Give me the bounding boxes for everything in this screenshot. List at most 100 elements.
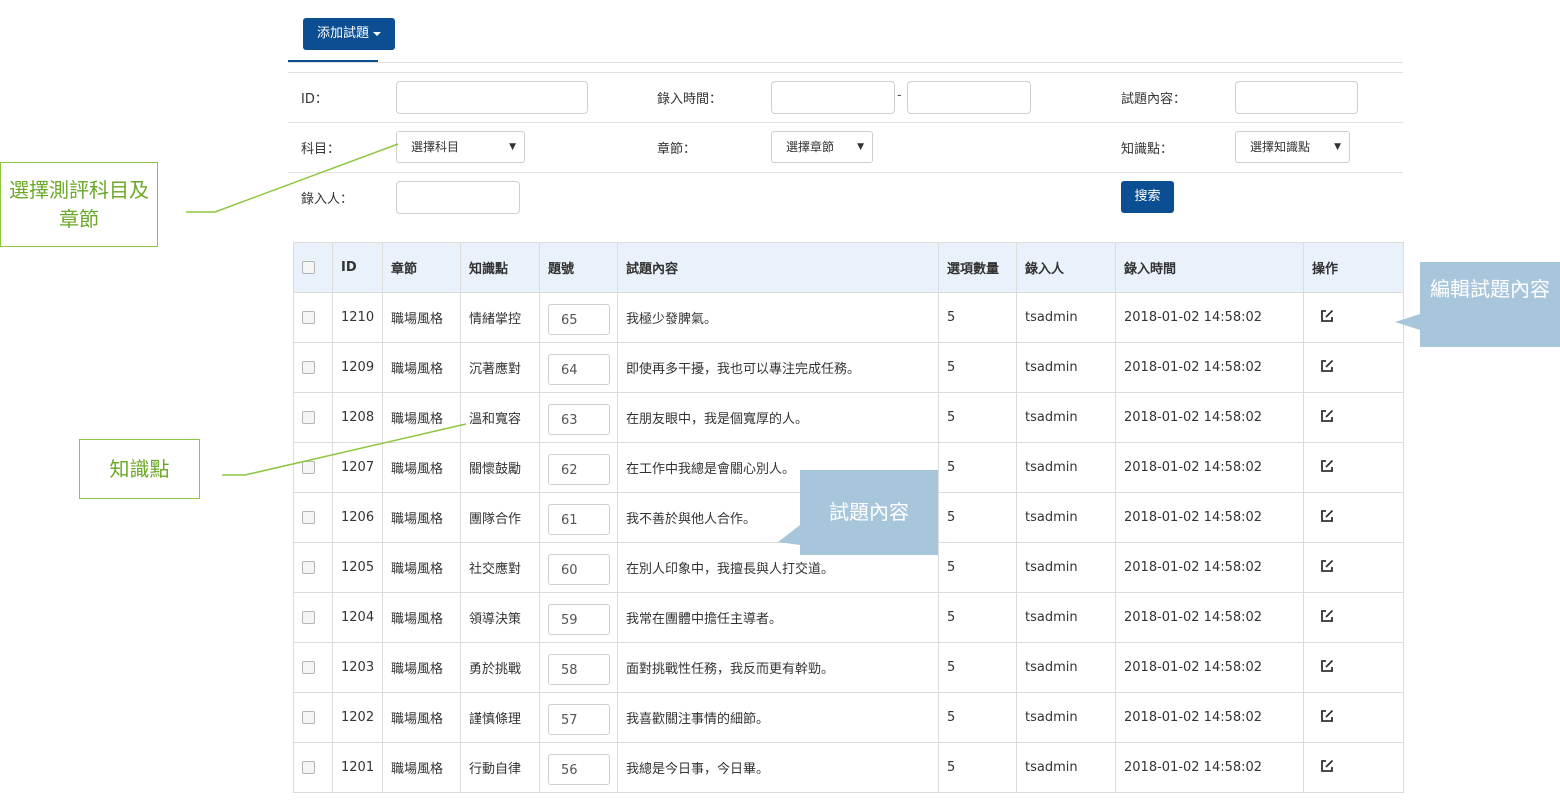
enterer-label: 錄入人： (301, 192, 354, 207)
row-checkbox[interactable] (302, 361, 315, 374)
cell-enterer: tsadmin (1016, 742, 1116, 793)
cell-content: 我極少發脾氣。 (617, 292, 939, 343)
cell-actions (1303, 592, 1404, 643)
chapter-select[interactable]: 選擇章節 ▼ (771, 131, 873, 163)
question-number-input[interactable]: 58 (548, 653, 610, 685)
edit-icon[interactable] (1320, 509, 1334, 527)
row-checkbox[interactable] (302, 661, 315, 674)
cell-options: 5 (938, 542, 1017, 593)
knowledge-select[interactable]: 選擇知識點 ▼ (1235, 131, 1350, 163)
table-row: 1210 職場風格 情緒掌控 65 我極少發脾氣。 5 tsadmin 2018-01-02 … (293, 292, 1404, 343)
cell-chapter: 職場風格 (382, 742, 461, 793)
cell-number: 63 (539, 392, 618, 443)
id-label: ID： (301, 92, 328, 107)
cell-content: 面對挑戰性任務，我反而更有幹勁。 (617, 642, 939, 693)
row-checkbox[interactable] (302, 411, 315, 424)
enterer-input[interactable] (396, 181, 520, 214)
id-input[interactable] (396, 81, 588, 114)
row-checkbox[interactable] (302, 461, 315, 474)
row-checkbox[interactable] (302, 561, 315, 574)
search-button[interactable]: 搜索 (1121, 181, 1174, 213)
cell-id: 1204 (332, 592, 383, 643)
cell-actions (1303, 442, 1404, 493)
callout-select-subject: 選擇測評科目及章節 (0, 162, 158, 247)
row-checkbox[interactable] (302, 761, 315, 774)
header-id: ID (332, 242, 383, 293)
question-number-input[interactable]: 63 (548, 403, 610, 435)
cell-actions (1303, 292, 1404, 343)
question-number-input[interactable]: 64 (548, 353, 610, 385)
table-header-row: ID 章節 知識點 題號 試題內容 選項數量 錄入人 錄入時間 操作 (293, 242, 1404, 293)
row-select-cell (293, 442, 333, 493)
question-number-input[interactable]: 56 (548, 753, 610, 785)
header-chapter: 章節 (382, 242, 461, 293)
table-row: 1204 職場風格 領導決策 59 我常在團體中擔任主導者。 5 tsadmin 2018-0… (293, 592, 1404, 643)
divider (288, 72, 1403, 73)
cell-enterer: tsadmin (1016, 342, 1116, 393)
cell-enterer: tsadmin (1016, 292, 1116, 343)
cell-entry-time: 2018-01-02 14:58:02 (1115, 392, 1304, 443)
edit-icon[interactable] (1320, 409, 1334, 427)
edit-icon[interactable] (1320, 459, 1334, 477)
entry-time-start-input[interactable] (771, 81, 895, 114)
row-select-cell (293, 492, 333, 543)
question-number-input[interactable]: 62 (548, 453, 610, 485)
cell-knowledge: 勇於挑戰 (460, 642, 540, 693)
row-checkbox[interactable] (302, 711, 315, 724)
cell-chapter: 職場風格 (382, 542, 461, 593)
callout-edit-content: 編輯試題內容 (1420, 262, 1560, 347)
row-select-cell (293, 342, 333, 393)
cell-content: 即使再多干擾，我也可以專注完成任務。 (617, 342, 939, 393)
question-number-input[interactable]: 61 (548, 503, 610, 535)
cell-entry-time: 2018-01-02 14:58:02 (1115, 292, 1304, 343)
cell-options: 5 (938, 342, 1017, 393)
row-select-cell (293, 392, 333, 443)
cell-actions (1303, 642, 1404, 693)
edit-icon[interactable] (1320, 659, 1334, 677)
entry-time-end-input[interactable] (907, 81, 1031, 114)
cell-content: 我常在團體中擔任主導者。 (617, 592, 939, 643)
row-checkbox[interactable] (302, 611, 315, 624)
cell-chapter: 職場風格 (382, 342, 461, 393)
edit-icon[interactable] (1320, 709, 1334, 727)
cell-id: 1201 (332, 742, 383, 793)
edit-icon[interactable] (1320, 759, 1334, 777)
cell-enterer: tsadmin (1016, 492, 1116, 543)
cell-enterer: tsadmin (1016, 642, 1116, 693)
subject-select[interactable]: 選擇科目 ▼ (396, 131, 525, 163)
cell-number: 65 (539, 292, 618, 343)
knowledge-label: 知識點： (1121, 142, 1174, 157)
cell-knowledge: 溫和寬容 (460, 392, 540, 443)
cell-content: 在朋友眼中，我是個寬厚的人。 (617, 392, 939, 443)
cell-knowledge: 社交應對 (460, 542, 540, 593)
cell-entry-time: 2018-01-02 14:58:02 (1115, 592, 1304, 643)
question-number-input[interactable]: 57 (548, 703, 610, 735)
caret-down-icon (373, 31, 381, 36)
question-number-input[interactable]: 60 (548, 553, 610, 585)
edit-icon[interactable] (1320, 309, 1334, 327)
range-dash: - (897, 88, 902, 103)
edit-icon[interactable] (1320, 559, 1334, 577)
edit-icon[interactable] (1320, 359, 1334, 377)
cell-number: 57 (539, 692, 618, 743)
cell-actions (1303, 392, 1404, 443)
cell-enterer: tsadmin (1016, 692, 1116, 743)
header-content: 試題內容 (617, 242, 939, 293)
cell-options: 5 (938, 642, 1017, 693)
edit-icon[interactable] (1320, 609, 1334, 627)
question-number-input[interactable]: 65 (548, 303, 610, 335)
question-number-input[interactable]: 59 (548, 603, 610, 635)
header-options: 選項數量 (938, 242, 1017, 293)
cell-options: 5 (938, 392, 1017, 443)
row-checkbox[interactable] (302, 311, 315, 324)
select-all-checkbox[interactable] (302, 261, 315, 274)
cell-knowledge: 情緒掌控 (460, 292, 540, 343)
row-select-cell (293, 542, 333, 593)
cell-entry-time: 2018-01-02 14:58:02 (1115, 742, 1304, 793)
cell-number: 59 (539, 592, 618, 643)
row-checkbox[interactable] (302, 511, 315, 524)
dropdown-arrow-icon: ▼ (1334, 142, 1341, 152)
add-question-button[interactable]: 添加試題 (303, 18, 395, 50)
content-input[interactable] (1235, 81, 1358, 114)
subject-label: 科目： (301, 142, 341, 157)
